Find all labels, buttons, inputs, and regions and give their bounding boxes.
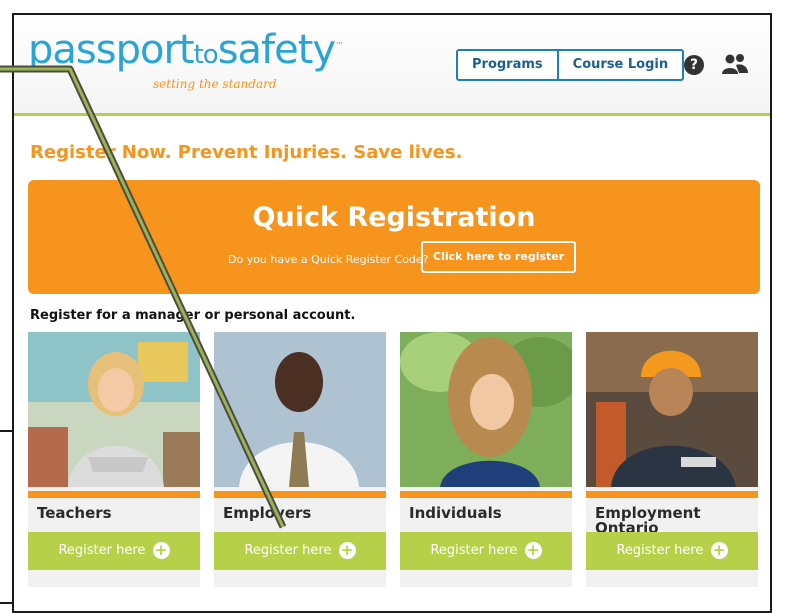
quick-register-button[interactable]: Click here to register <box>421 241 577 273</box>
card-title: Teachers <box>37 504 112 522</box>
plus-icon: + <box>524 542 542 559</box>
nav-course-login[interactable]: Course Login <box>556 51 682 79</box>
logo-tagline: setting the standard <box>153 77 277 91</box>
logo-text: passport <box>28 27 195 73</box>
browser-frame: passporttosafety™ setting the standard P… <box>12 13 772 613</box>
users-icon[interactable] <box>721 53 749 75</box>
card-employers[interactable]: Employers Register here + <box>214 332 386 587</box>
register-button[interactable]: Register here + <box>586 532 758 570</box>
register-button[interactable]: Register here + <box>400 532 572 570</box>
register-button[interactable]: Register here + <box>28 532 200 570</box>
account-subheading: Register for a manager or personal accou… <box>30 308 356 323</box>
card-employment-ontario[interactable]: Employment Ontario Register here + <box>586 332 758 587</box>
individual-photo <box>400 332 580 487</box>
worker-photo <box>586 332 758 487</box>
site-header: passporttosafety™ setting the standard P… <box>14 15 770 116</box>
nav-programs[interactable]: Programs <box>458 51 557 79</box>
logo-safety-text: safety <box>217 27 336 73</box>
quick-register-question: Do you have a Quick Register Code? <box>228 253 429 266</box>
plus-icon: + <box>338 542 356 559</box>
logo-to-text: to <box>193 40 219 70</box>
question-circle-icon[interactable]: ? <box>684 55 704 75</box>
plus-icon: + <box>710 542 728 559</box>
quick-registration-panel: Quick Registration Do you have a Quick R… <box>28 180 760 294</box>
register-button[interactable]: Register here + <box>214 532 386 570</box>
page-headline: Register Now. Prevent Injuries. Save liv… <box>30 142 463 163</box>
plus-icon: + <box>152 542 170 559</box>
card-title: Individuals <box>409 504 502 522</box>
teacher-photo <box>28 332 200 487</box>
top-nav: Programs Course Login <box>456 49 685 81</box>
card-title: Employers <box>223 504 312 522</box>
employer-photo <box>214 332 386 487</box>
card-teachers[interactable]: Teachers Register here + <box>28 332 200 587</box>
logo-trademark: ™ <box>335 41 344 52</box>
card-individuals[interactable]: Individuals Register here + <box>400 332 580 587</box>
quick-registration-title: Quick Registration <box>252 202 536 233</box>
site-logo[interactable]: passporttosafety™ setting the standard <box>28 23 344 103</box>
